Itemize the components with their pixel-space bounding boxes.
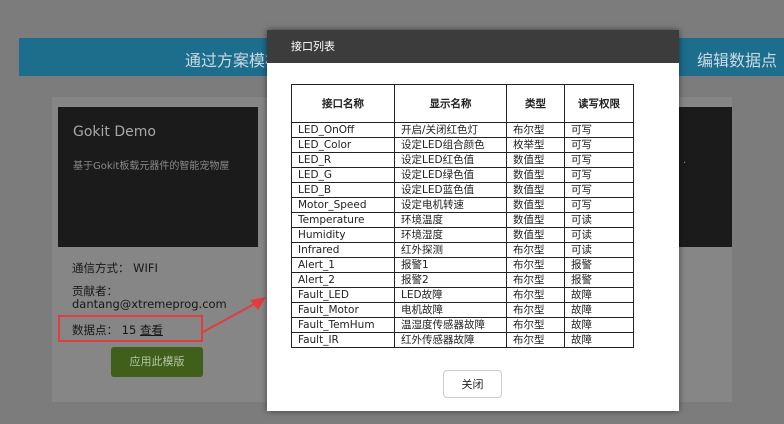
interface-name-cell: Fault_LED xyxy=(291,287,395,303)
apply-template-button[interactable]: 应用此模版 xyxy=(111,347,203,377)
interface-name-cell: Infrared xyxy=(291,242,395,258)
type-cell: 布尔型 xyxy=(506,257,565,273)
permission-cell: 故障 xyxy=(564,287,634,303)
display-name-cell: 报警2 xyxy=(394,272,507,288)
permission-cell: 可写 xyxy=(564,167,634,183)
table-row: LED_OnOff 开启/关闭红色灯 布尔型 可写 xyxy=(291,122,634,138)
template-card-2-text: . xyxy=(683,155,687,166)
comm-method: 通信方式： WIFI xyxy=(72,260,158,276)
interface-name-cell: Alert_1 xyxy=(291,257,395,273)
header-interface-name: 接口名称 xyxy=(291,84,395,123)
type-cell: 数值型 xyxy=(506,167,565,183)
type-cell: 枚举型 xyxy=(506,137,565,153)
comm-method-label: 通信方式： xyxy=(72,261,130,275)
type-cell: 布尔型 xyxy=(506,287,565,303)
interface-name-cell: LED_R xyxy=(291,152,395,168)
template-description: 基于Gokit板载元器件的智能宠物屋 xyxy=(73,161,230,172)
table-row: Fault_LED LED故障 布尔型 故障 xyxy=(291,287,634,303)
header-type: 类型 xyxy=(506,84,565,123)
permission-cell: 可写 xyxy=(564,137,634,153)
permission-cell: 可写 xyxy=(564,122,634,138)
display-name-cell: 电机故障 xyxy=(394,302,507,318)
interface-name-cell: Humidity xyxy=(291,227,395,243)
display-name-cell: LED故障 xyxy=(394,287,507,303)
display-name-cell: 设定LED绿色值 xyxy=(394,167,507,183)
permission-cell: 故障 xyxy=(564,317,634,333)
interface-name-cell: LED_G xyxy=(291,167,395,183)
interface-name-cell: Fault_IR xyxy=(291,332,395,348)
type-cell: 布尔型 xyxy=(506,272,565,288)
interface-name-cell: Alert_2 xyxy=(291,272,395,288)
interface-list-modal: 接口列表 接口名称 显示名称 类型 读写权限 LED_OnOff 开启/关闭红色灯… xyxy=(267,30,679,411)
display-name-cell: 设定电机转速 xyxy=(394,197,507,213)
display-name-cell: 开启/关闭红色灯 xyxy=(394,122,507,138)
interface-name-cell: LED_B xyxy=(291,182,395,198)
table-row: Fault_TemHum 温湿度传感器故障 布尔型 故障 xyxy=(291,317,634,333)
table-row: Alert_2 报警2 布尔型 报警 xyxy=(291,272,634,288)
table-row: Fault_Motor 电机故障 布尔型 故障 xyxy=(291,302,634,318)
display-name-cell: 环境湿度 xyxy=(394,227,507,243)
modal-title: 接口列表 xyxy=(267,30,679,63)
permission-cell: 可写 xyxy=(564,152,634,168)
display-name-cell: 报警1 xyxy=(394,257,507,273)
permission-cell: 可读 xyxy=(564,242,634,258)
permission-cell: 可写 xyxy=(564,182,634,198)
display-name-cell: 温湿度传感器故障 xyxy=(394,317,507,333)
interface-name-cell: LED_OnOff xyxy=(291,122,395,138)
highlight-box xyxy=(58,315,203,342)
table-row: Motor_Speed 设定电机转速 数值型 可写 xyxy=(291,197,634,213)
table-row: Alert_1 报警1 布尔型 报警 xyxy=(291,257,634,273)
header-display-name: 显示名称 xyxy=(394,84,507,123)
template-card[interactable]: Gokit Demo 基于Gokit板载元器件的智能宠物屋 xyxy=(58,107,258,247)
table-header-row: 接口名称 显示名称 类型 读写权限 xyxy=(291,84,634,123)
type-cell: 数值型 xyxy=(506,197,565,213)
display-name-cell: 红外传感器故障 xyxy=(394,332,507,348)
template-title: Gokit Demo xyxy=(73,124,156,140)
permission-cell: 故障 xyxy=(564,332,634,348)
table-row: Fault_IR 红外传感器故障 布尔型 故障 xyxy=(291,332,634,348)
type-cell: 数值型 xyxy=(506,182,565,198)
interface-name-cell: Temperature xyxy=(291,212,395,228)
header-permission: 读写权限 xyxy=(564,84,634,123)
permission-cell: 可读 xyxy=(564,212,634,228)
type-cell: 数值型 xyxy=(506,227,565,243)
interface-table-wrap: 接口名称 显示名称 类型 读写权限 LED_OnOff 开启/关闭红色灯 布尔型 可写… xyxy=(291,84,634,348)
permission-cell: 故障 xyxy=(564,302,634,318)
display-name-cell: 红外探测 xyxy=(394,242,507,258)
banner-right-text: 编辑数据点 xyxy=(697,51,778,70)
type-cell: 布尔型 xyxy=(506,317,565,333)
type-cell: 数值型 xyxy=(506,152,565,168)
interface-name-cell: Motor_Speed xyxy=(291,197,395,213)
table-row: Temperature 环境温度 数值型 可读 xyxy=(291,212,634,228)
type-cell: 布尔型 xyxy=(506,242,565,258)
template-card-2[interactable]: . xyxy=(678,107,732,247)
display-name-cell: 设定LED蓝色值 xyxy=(394,182,507,198)
interface-name-cell: LED_Color xyxy=(291,137,395,153)
close-button[interactable]: 关闭 xyxy=(443,370,502,398)
display-name-cell: 设定LED组合颜色 xyxy=(394,137,507,153)
table-row: Humidity 环境湿度 数值型 可读 xyxy=(291,227,634,243)
interface-table: 接口名称 显示名称 类型 读写权限 LED_OnOff 开启/关闭红色灯 布尔型 可写… xyxy=(291,84,634,348)
display-name-cell: 设定LED红色值 xyxy=(394,152,507,168)
table-row: LED_B 设定LED蓝色值 数值型 可写 xyxy=(291,182,634,198)
arrow-icon xyxy=(202,297,266,333)
permission-cell: 报警 xyxy=(564,272,634,288)
table-row: LED_G 设定LED绿色值 数值型 可写 xyxy=(291,167,634,183)
permission-cell: 报警 xyxy=(564,257,634,273)
permission-cell: 可读 xyxy=(564,227,634,243)
type-cell: 布尔型 xyxy=(506,332,565,348)
type-cell: 布尔型 xyxy=(506,122,565,138)
type-cell: 数值型 xyxy=(506,212,565,228)
type-cell: 布尔型 xyxy=(506,302,565,318)
table-row: LED_Color 设定LED组合颜色 枚举型 可写 xyxy=(291,137,634,153)
interface-name-cell: Fault_TemHum xyxy=(291,317,395,333)
table-row: LED_R 设定LED红色值 数值型 可写 xyxy=(291,152,634,168)
table-row: Infrared 红外探测 布尔型 可读 xyxy=(291,242,634,258)
display-name-cell: 环境温度 xyxy=(394,212,507,228)
comm-method-value: WIFI xyxy=(133,261,158,275)
permission-cell: 可写 xyxy=(564,197,634,213)
interface-name-cell: Fault_Motor xyxy=(291,302,395,318)
